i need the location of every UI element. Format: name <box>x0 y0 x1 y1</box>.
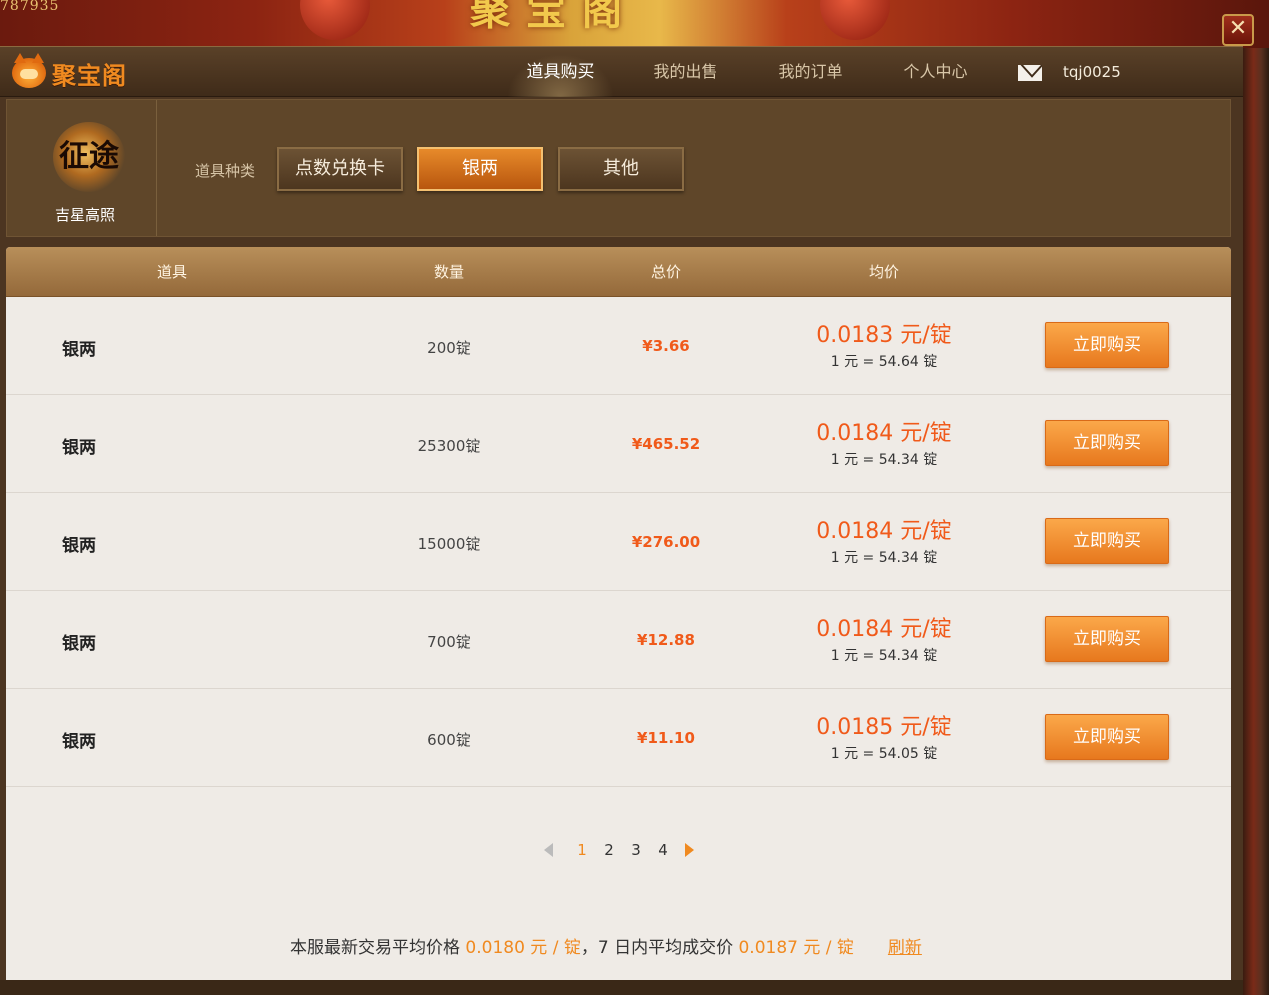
category-points-card[interactable]: 点数兑换卡 <box>277 147 403 191</box>
category-other[interactable]: 其他 <box>558 147 684 191</box>
page-3[interactable]: 3 <box>623 841 650 859</box>
table-row: 银两 25300锭 ¥465.52 0.0184 元/锭 1 元 = 54.34… <box>6 395 1231 493</box>
average-price: 0.0185 元/锭 <box>816 715 952 740</box>
buy-now-button[interactable]: 立即购买 <box>1045 322 1169 368</box>
table-row: 银两 200锭 ¥3.66 0.0183 元/锭 1 元 = 54.64 锭 立… <box>6 297 1231 395</box>
top-banner: 787935 聚宝阁 <box>0 0 1269 48</box>
item-total-price: ¥11.10 <box>637 729 695 747</box>
tab-buy-items[interactable]: 道具购买 <box>498 47 623 97</box>
table-header: 道具 数量 总价 均价 <box>6 247 1231 297</box>
category-silver[interactable]: 银两 <box>417 147 543 191</box>
item-name: 银两 <box>62 438 96 458</box>
latest-average-price: 0.0180 元 / 锭 <box>465 938 581 958</box>
summary-prefix: 本服最新交易平均价格 <box>290 938 466 958</box>
right-edge-decor <box>1243 48 1269 995</box>
item-total-price: ¥3.66 <box>642 337 690 355</box>
item-total-price: ¥12.88 <box>637 631 695 649</box>
category-label: 道具种类 <box>195 162 256 180</box>
week-average-price: 0.0187 元 / 锭 <box>738 938 854 958</box>
buy-now-button[interactable]: 立即购买 <box>1045 616 1169 662</box>
listing-table: 道具 数量 总价 均价 银两 200锭 ¥3.66 0.0183 元/锭 1 元… <box>6 247 1231 980</box>
refresh-link[interactable]: 刷新 <box>888 938 922 958</box>
item-name: 银两 <box>62 634 96 654</box>
game-logo: 征途 <box>53 122 125 192</box>
exchange-rate: 1 元 = 54.64 锭 <box>830 354 938 370</box>
table-row: 银两 15000锭 ¥276.00 0.0184 元/锭 1 元 = 54.34… <box>6 493 1231 591</box>
exchange-rate: 1 元 = 54.34 锭 <box>830 452 938 468</box>
page-1[interactable]: 1 <box>569 841 596 859</box>
item-quantity: 600锭 <box>427 731 471 749</box>
average-price: 0.0184 元/锭 <box>816 421 952 446</box>
table-row: 银两 700锭 ¥12.88 0.0184 元/锭 1 元 = 54.34 锭 … <box>6 591 1231 689</box>
pagination: 1 2 3 4 <box>6 841 1231 865</box>
close-icon[interactable]: ✕ <box>1222 14 1254 46</box>
logo-text: 聚宝阁 <box>52 61 127 90</box>
item-quantity: 15000锭 <box>417 535 481 553</box>
item-average-price: 0.0184 元/锭 1 元 = 54.34 锭 <box>784 519 984 567</box>
main-nav: 道具购买 我的出售 我的订单 个人中心 <box>498 47 998 97</box>
item-average-price: 0.0183 元/锭 1 元 = 54.64 锭 <box>784 323 984 371</box>
decor-lantern <box>300 0 370 40</box>
window-bottom-edge <box>0 980 1243 995</box>
server-name: 吉星高照 <box>54 206 115 224</box>
table-row: 银两 600锭 ¥11.10 0.0185 元/锭 1 元 = 54.05 锭 … <box>6 689 1231 787</box>
page-4[interactable]: 4 <box>650 841 677 859</box>
average-price: 0.0183 元/锭 <box>816 323 952 348</box>
item-name: 银两 <box>62 340 96 360</box>
buy-now-button[interactable]: 立即购买 <box>1045 714 1169 760</box>
market-summary: 本服最新交易平均价格 0.0180 元 / 锭，7 日内平均成交价 0.0187… <box>290 933 922 958</box>
item-name: 银两 <box>62 732 96 752</box>
page-2[interactable]: 2 <box>596 841 623 859</box>
logo: 聚宝阁 <box>12 53 127 90</box>
buy-now-button[interactable]: 立即购买 <box>1045 420 1169 466</box>
arrow-left-icon[interactable] <box>543 843 553 857</box>
item-name: 银两 <box>62 536 96 556</box>
header-item: 道具 <box>156 263 187 281</box>
header-quantity: 数量 <box>433 263 464 281</box>
average-price: 0.0184 元/锭 <box>816 519 952 544</box>
category-panel: 征途 吉星高照 道具种类 点数兑换卡 银两 其他 <box>6 99 1231 237</box>
header-average-price: 均价 <box>868 263 899 281</box>
header-bar: 聚宝阁 道具购买 我的出售 我的订单 个人中心 tqj0025 <box>0 47 1243 97</box>
exchange-rate: 1 元 = 54.34 锭 <box>830 648 938 664</box>
logo-icon <box>12 53 46 88</box>
arrow-right-icon[interactable] <box>684 843 694 857</box>
tab-personal-center[interactable]: 个人中心 <box>873 47 998 97</box>
buy-now-button[interactable]: 立即购买 <box>1045 518 1169 564</box>
item-total-price: ¥465.52 <box>631 435 701 453</box>
tab-my-sales[interactable]: 我的出售 <box>623 47 748 97</box>
item-quantity: 200锭 <box>427 339 471 357</box>
banner-fragment: 787935 <box>0 0 60 14</box>
summary-middle: ，7 日内平均成交价 <box>580 938 739 958</box>
header-total-price: 总价 <box>650 263 681 281</box>
item-quantity: 700锭 <box>427 633 471 651</box>
username: tqj0025 <box>1063 63 1121 81</box>
market-window: 聚宝阁 道具购买 我的出售 我的订单 个人中心 tqj0025 征途 吉星高照 … <box>0 46 1243 995</box>
item-quantity: 25300锭 <box>417 437 481 455</box>
game-info: 征途 吉星高照 <box>7 100 157 236</box>
item-average-price: 0.0184 元/锭 1 元 = 54.34 锭 <box>784 421 984 469</box>
item-average-price: 0.0185 元/锭 1 元 = 54.05 锭 <box>784 715 984 763</box>
item-total-price: ¥276.00 <box>631 533 701 551</box>
mail-icon[interactable] <box>1018 65 1042 81</box>
item-average-price: 0.0184 元/锭 1 元 = 54.34 锭 <box>784 617 984 665</box>
exchange-rate: 1 元 = 54.34 锭 <box>830 550 938 566</box>
tab-my-orders[interactable]: 我的订单 <box>748 47 873 97</box>
banner-title: 聚宝阁 <box>470 0 638 34</box>
decor-lantern <box>820 0 890 40</box>
average-price: 0.0184 元/锭 <box>816 617 952 642</box>
exchange-rate: 1 元 = 54.05 锭 <box>830 746 938 762</box>
